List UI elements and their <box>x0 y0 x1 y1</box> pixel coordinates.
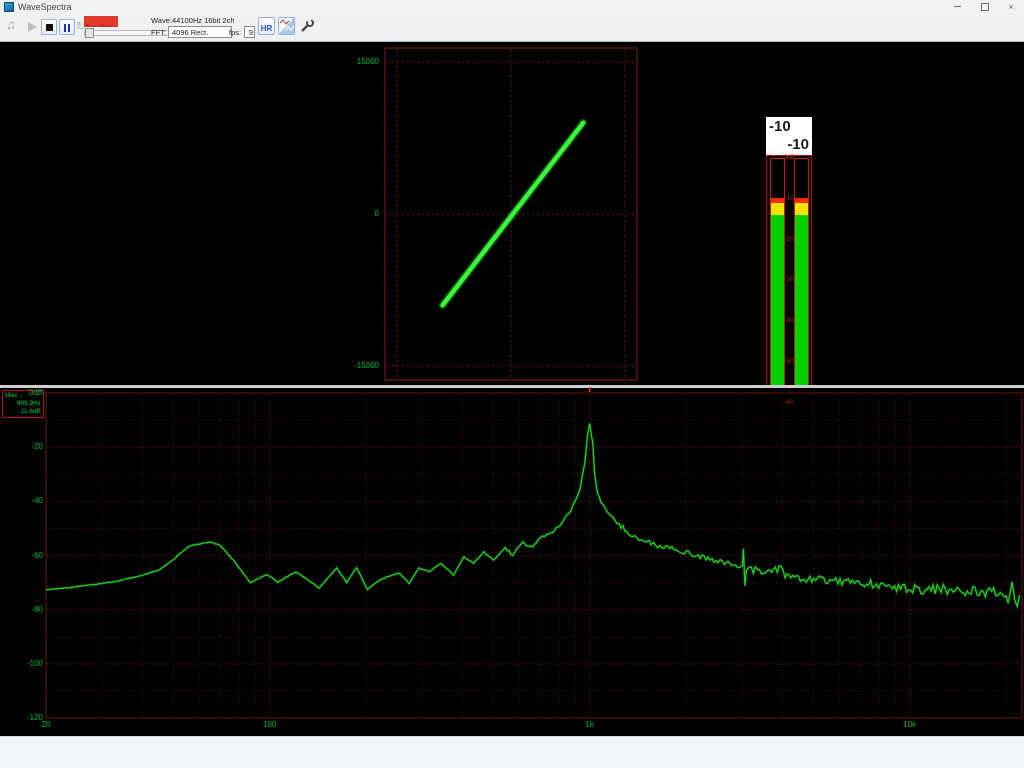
pause-icon <box>64 24 66 32</box>
meter-scale-label: -20 <box>767 236 811 243</box>
meter-scale-label: -40 <box>767 317 811 324</box>
meter-readout: -10 -10 <box>766 117 812 155</box>
hr-button[interactable]: HR <box>258 17 275 35</box>
wavespectra-window: WaveSpectra × ♫ ↻ Rec. Wav Wave:44100Hz … <box>0 0 1024 768</box>
lissajous-tick-label: 0 <box>375 209 379 219</box>
fft-label: FFT: <box>151 28 166 37</box>
window-title: WaveSpectra <box>18 2 72 12</box>
lissajous-tick-label: 15000 <box>357 57 379 67</box>
meter-left-db: -10 <box>769 118 791 135</box>
display-mode-button[interactable] <box>278 17 295 35</box>
spectrum-y-tick-label: -80 <box>0 605 43 615</box>
spectrum-panel <box>0 388 1024 736</box>
lissajous-tick-label: -15000 <box>354 361 379 371</box>
maximize-button[interactable] <box>976 3 994 13</box>
spectrum-x-tick-label: 1k <box>577 720 603 730</box>
lissajous-axis-labels: 15000 0 -15000 <box>336 42 382 385</box>
meter-scale-label: -60 <box>767 399 811 406</box>
fps-input[interactable]: 9 <box>244 26 255 38</box>
slider-thumb[interactable] <box>85 28 94 38</box>
open-file-button[interactable]: ♫ <box>6 17 16 32</box>
wave-info-label: Wave: <box>151 16 172 25</box>
fps-label: fps: <box>229 28 241 37</box>
spectrum-y-tick-label: 0dB <box>0 388 43 398</box>
display-mode-icon <box>279 18 294 34</box>
minimize-button[interactable] <box>948 3 966 13</box>
app-icon <box>4 2 14 12</box>
meter-right-db: -10 <box>787 136 809 153</box>
meter-scale-label: -30 <box>767 276 811 283</box>
play-button[interactable] <box>28 22 37 32</box>
stop-button[interactable] <box>41 19 57 35</box>
level-meter: 0dB-10-20-30-40-50-60 L R <box>766 155 812 410</box>
scope-panel: 150000-15000 -10 -10 0dB-10-20-30-40-50-… <box>0 42 1024 385</box>
peak-readout-freq: 999.9Hz <box>17 400 41 408</box>
rec-indicator: Rec. Wav <box>84 16 118 27</box>
stop-icon <box>46 24 53 31</box>
close-button[interactable]: × <box>1002 3 1020 13</box>
spectrum-y-tick-label: -40 <box>0 496 43 506</box>
spectrum-x-tick-label: 20 <box>33 720 59 730</box>
toolbar: ♫ ↻ Rec. Wav Wave:44100Hz 16bit 2ch FFT:… <box>0 14 1024 42</box>
spectrum-y-tick-label: -20 <box>0 442 43 452</box>
fft-mode-select[interactable]: 4096 Rect. <box>168 26 232 38</box>
hr-icon: HR <box>261 24 273 33</box>
taskbar: 検索 O <box>0 736 1024 768</box>
meter-scale-label: -50 <box>767 358 811 365</box>
wave-info-value: 44100Hz 16bit 2ch <box>172 16 235 25</box>
peak-readout-level: -11.6dB <box>19 408 41 416</box>
wrench-icon <box>299 18 315 34</box>
spectrum-x-tick-label: 10k <box>897 720 923 730</box>
spectrum-x-tick-label: 100 <box>257 720 283 730</box>
pause-button[interactable] <box>59 19 75 35</box>
meter-scale-label: -10 <box>767 195 811 202</box>
spectrum-y-tick-label: -100 <box>0 659 43 669</box>
title-bar: WaveSpectra × <box>0 0 1024 14</box>
settings-button[interactable] <box>299 18 315 34</box>
spectrum-y-tick-label: -60 <box>0 551 43 561</box>
meter-scale-label: 0dB <box>767 154 811 161</box>
